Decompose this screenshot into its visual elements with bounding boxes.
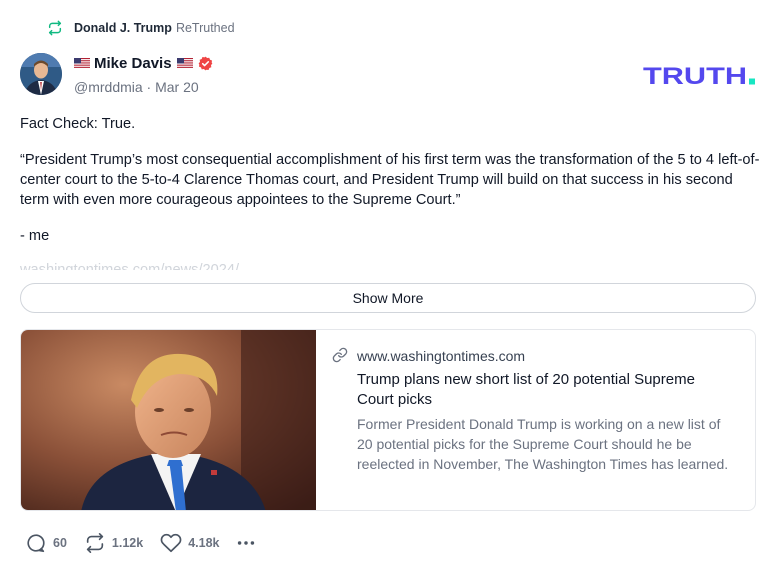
retruth-icon <box>86 533 104 553</box>
reply-button[interactable]: 60 <box>25 532 67 554</box>
avatar-image <box>20 53 62 95</box>
post-faded-text: washingtontimes.com/news/2024/... <box>20 262 252 270</box>
link-description: Former President Donald Trump is working… <box>357 416 729 472</box>
link-preview-card[interactable]: www.washingtontimes.com Trump plans new … <box>20 329 756 511</box>
post-paragraph: Fact Check: True. <box>20 116 136 132</box>
post-content: Fact Check: True. “President Trump’s mos… <box>20 114 760 270</box>
link-domain: www.washingtontimes.com <box>357 348 526 364</box>
heart-icon <box>160 533 182 553</box>
retruth-button[interactable]: 1.12k <box>84 532 143 554</box>
link-title[interactable]: Trump plans new short list of 20 potenti… <box>357 370 735 410</box>
link-preview-image <box>21 330 316 510</box>
retruth-banner: Donald J. Trump ReTruthed <box>47 19 235 37</box>
retruth-count: 1.12k <box>111 536 144 550</box>
post-action-bar: 60 1.12k 4.18k <box>25 532 257 554</box>
more-horizontal-icon[interactable] <box>235 532 257 554</box>
truth-social-logo[interactable]: TRUTH <box>643 63 757 87</box>
post-paragraph: - me <box>20 228 50 244</box>
show-more-button[interactable]: Show More <box>20 283 756 313</box>
like-button[interactable]: 4.18k <box>160 532 219 554</box>
like-count: 4.18k <box>188 536 220 550</box>
reply-icon <box>27 534 45 553</box>
author-name[interactable]: Mike Davis <box>94 55 172 72</box>
post-paragraph: “President Trump’s most consequential ac… <box>20 152 760 208</box>
author-handle-date[interactable]: @mrddmia · Mar 20 <box>74 79 213 95</box>
reply-count: 60 <box>53 536 67 550</box>
post-author: Mike Davis @mrddmia · Mar 20 <box>20 53 213 95</box>
retruth-icon <box>48 20 62 36</box>
retruth-user-link[interactable]: Donald J. Trump <box>74 21 172 35</box>
link-icon <box>332 347 348 363</box>
us-flag-icon <box>176 58 193 69</box>
us-flag-icon <box>74 58 90 69</box>
verified-badge-icon <box>198 56 212 71</box>
avatar[interactable] <box>20 53 62 95</box>
svg-text:TRUTH: TRUTH <box>643 63 747 87</box>
retruth-label: ReTruthed <box>175 21 235 35</box>
